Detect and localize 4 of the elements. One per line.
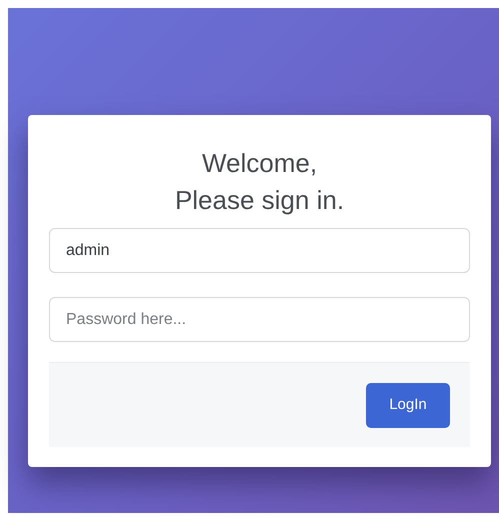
welcome-heading: Welcome, Please sign in. [174, 147, 346, 217]
username-field[interactable]: admin [49, 228, 470, 273]
password-field[interactable]: Password here... [49, 297, 470, 342]
login-button[interactable]: LogIn [366, 382, 450, 428]
